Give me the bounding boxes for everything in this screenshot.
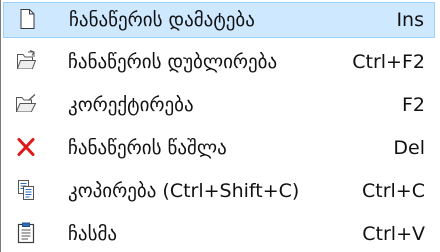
menu-item-copy[interactable]: კოპირება (Ctrl+Shift+C) Ctrl+C (3, 173, 435, 209)
menu-item-label: კოპირება (Ctrl+Shift+C) (68, 180, 300, 202)
new-document-icon (15, 7, 39, 31)
menu-item-shortcut: F2 (401, 94, 425, 116)
menu-item-label: ჩანაწერის წაშლა (68, 137, 227, 159)
menu-item-delete-record[interactable]: ჩანაწერის წაშლა Del (3, 130, 435, 166)
menu-item-edit-record[interactable]: კორექტირება F2 (3, 87, 435, 123)
paste-clipboard-icon (14, 221, 38, 245)
menu-item-add-record[interactable]: ჩანაწერის დამატება Ins (3, 2, 435, 38)
copy-documents-icon (14, 178, 38, 202)
delete-x-icon (14, 135, 38, 159)
menu-item-shortcut: Ctrl+F2 (352, 51, 425, 73)
context-menu: ჩანაწერის დამატება Ins ჩანაწერის დუბლირე… (0, 0, 440, 252)
menu-item-paste[interactable]: ჩასმა Ctrl+V (3, 216, 435, 252)
menu-item-shortcut: Del (393, 137, 425, 159)
menu-item-duplicate-record[interactable]: ჩანაწერის დუბლირება Ctrl+F2 (3, 44, 435, 80)
menu-item-shortcut: Ctrl+C (362, 180, 425, 202)
menu-item-label: ჩანაწერის დამატება (69, 9, 255, 31)
menu-item-shortcut: Ctrl+V (362, 223, 425, 245)
menu-item-label: კორექტირება (68, 94, 194, 116)
duplicate-folder-icon (14, 49, 38, 73)
menu-item-label: ჩასმა (68, 223, 118, 245)
menu-item-shortcut: Ins (396, 9, 424, 31)
menu-item-label: ჩანაწერის დუბლირება (68, 51, 278, 73)
open-folder-edit-icon (14, 92, 38, 116)
